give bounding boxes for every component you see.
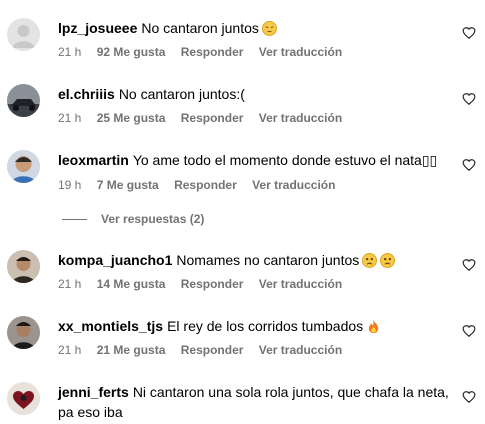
comment-text: No cantaron juntos:( — [118, 86, 245, 102]
reply-button[interactable]: Responder — [181, 343, 244, 357]
comment-text: Nomames no cantaron juntos — [176, 252, 360, 268]
comment-text-line: lpz_josueee No cantaron juntos — [58, 18, 277, 41]
translate-button[interactable]: Ver traducción — [259, 111, 342, 125]
heart-icon[interactable] — [462, 92, 476, 106]
comments-list: lpz_josueee No cantaron juntos 21 h 92 Me… — [0, 0, 485, 424]
comment-text-line: jenni_ferts Ni cantaron una sola rola jun… — [58, 382, 453, 422]
replies-divider — [62, 219, 87, 221]
avatar[interactable] — [7, 250, 40, 283]
translate-button[interactable]: Ver traducción — [252, 178, 335, 192]
heart-icon[interactable] — [462, 390, 476, 404]
comment-text-line: xx_montiels_tjs El rey de los corridos tu… — [58, 316, 381, 339]
comment-username[interactable]: jenni_ferts — [58, 384, 129, 400]
reply-button[interactable]: Responder — [181, 111, 244, 125]
avatar[interactable] — [7, 84, 40, 117]
heart-icon[interactable] — [462, 158, 476, 172]
crying-face-emoji-icon — [380, 253, 396, 273]
comment-username[interactable]: el.chriiis — [58, 86, 115, 102]
translate-button[interactable]: Ver traducción — [259, 45, 342, 59]
fire-emoji-icon — [366, 319, 381, 339]
likes-count[interactable]: 92 Me gusta — [97, 45, 166, 59]
comment-time: 19 h — [58, 178, 82, 192]
comment-username[interactable]: kompa_juancho1 — [58, 252, 172, 268]
comment-username[interactable]: leoxmartin — [58, 152, 129, 168]
reply-button[interactable]: Responder — [174, 178, 237, 192]
comment-username[interactable]: xx_montiels_tjs — [58, 318, 163, 334]
comment-text-line: leoxmartin Yo ame todo el momento donde e… — [58, 150, 437, 170]
avatar[interactable] — [7, 18, 40, 51]
heart-icon[interactable] — [462, 26, 476, 40]
comment-text-line: el.chriiis No cantaron juntos:( — [58, 84, 245, 104]
reply-button[interactable]: Responder — [181, 45, 244, 59]
comment-time: 21 h — [58, 45, 82, 59]
comment-meta: 21 h 21 Me gusta Responder Ver traducció… — [58, 342, 354, 358]
comment-time: 21 h — [58, 111, 82, 125]
avatar[interactable] — [7, 316, 40, 349]
pensive-emoji-icon — [261, 21, 277, 41]
likes-count[interactable]: 7 Me gusta — [97, 178, 159, 192]
comment-text: No cantaron juntos — [141, 20, 259, 36]
likes-count[interactable]: 25 Me gusta — [97, 111, 166, 125]
heart-icon[interactable] — [462, 258, 476, 272]
avatar[interactable] — [7, 150, 40, 183]
translate-button[interactable]: Ver traducción — [259, 277, 342, 291]
comment-text: Yo ame todo el momento donde estuvo el n… — [132, 152, 438, 168]
likes-count[interactable]: 14 Me gusta — [97, 277, 166, 291]
crying-face-emoji-icon — [362, 253, 378, 273]
heart-icon[interactable] — [462, 324, 476, 338]
comment-time: 21 h — [58, 277, 82, 291]
comment-meta: 19 h 7 Me gusta Responder Ver traducción — [58, 177, 347, 193]
avatar[interactable] — [7, 382, 40, 415]
comment-text-line: kompa_juancho1 Nomames no cantaron juntos — [58, 250, 396, 273]
comment-text: El rey de los corridos tumbados — [167, 318, 364, 334]
comment-time: 21 h — [58, 343, 82, 357]
reply-button[interactable]: Responder — [181, 277, 244, 291]
comment-meta: 21 h 92 Me gusta Responder Ver traducció… — [58, 44, 354, 60]
comment-meta: 21 h 14 Me gusta Responder Ver traducció… — [58, 276, 354, 292]
likes-count[interactable]: 21 Me gusta — [97, 343, 166, 357]
view-replies-button[interactable]: Ver respuestas (2) — [62, 212, 204, 226]
view-replies-label: Ver respuestas (2) — [101, 212, 205, 226]
translate-button[interactable]: Ver traducción — [259, 343, 342, 357]
comment-meta: 21 h 25 Me gusta Responder Ver traducció… — [58, 110, 354, 126]
comment-username[interactable]: lpz_josueee — [58, 20, 137, 36]
